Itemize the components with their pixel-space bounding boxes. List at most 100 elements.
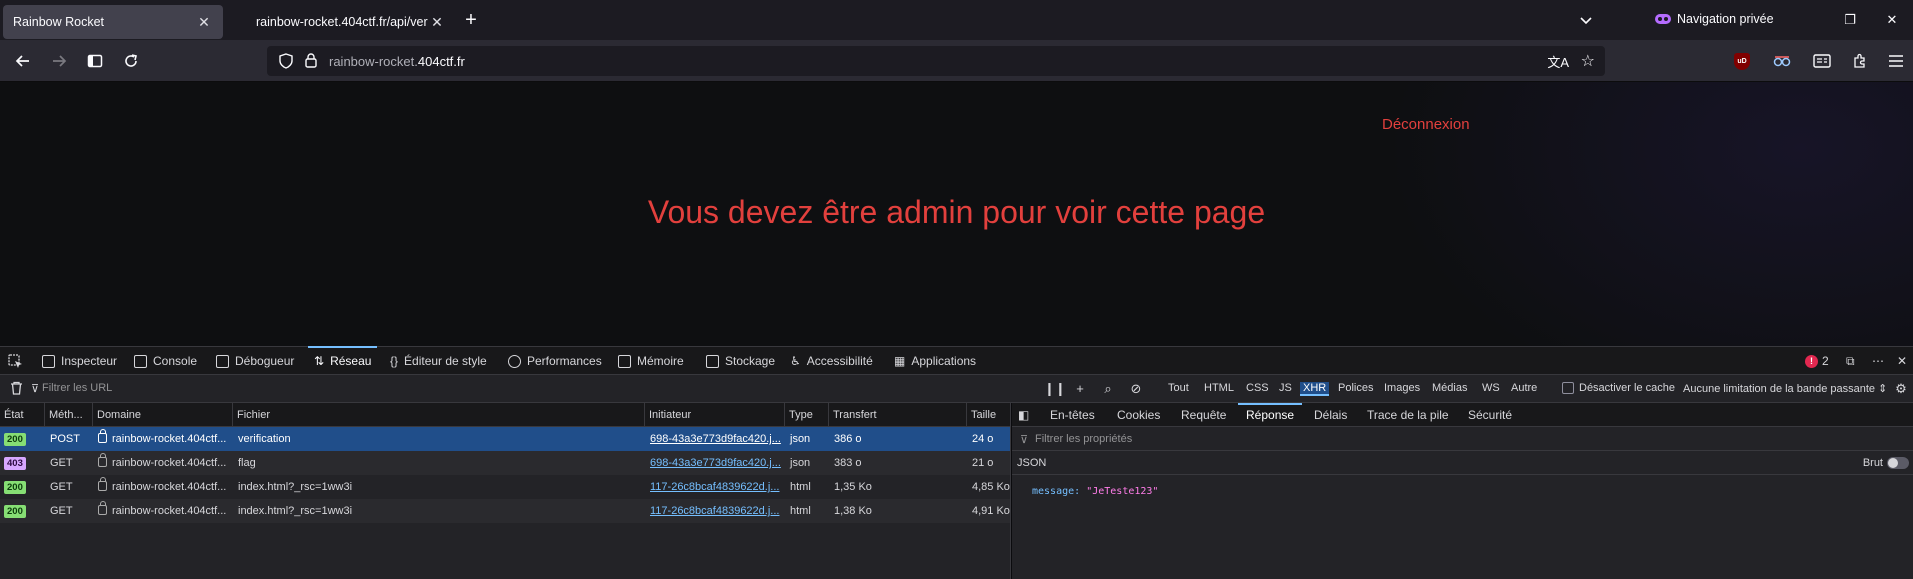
dock-toggle-icon[interactable]: ⧉ [1846,347,1855,375]
table-row[interactable]: 200 POST rainbow-rocket.404ctf... verifi… [0,427,1010,451]
element-picker-icon[interactable] [8,347,23,375]
extensions-puzzle-icon[interactable] [1850,51,1870,71]
lock-icon[interactable] [305,53,317,71]
bookmark-star-icon[interactable]: ☆ [1581,51,1595,71]
filter-all[interactable]: Tout [1168,382,1189,394]
reload-icon[interactable] [120,50,142,72]
filter-xhr[interactable]: XHR [1300,382,1330,396]
file-cell: index.html?_rsc=1ww3i [238,481,353,493]
address-bar[interactable]: rainbow-rocket.404ctf.fr 文A ☆ [267,46,1605,76]
performance-gauge-icon [508,354,521,368]
tab-style-editor[interactable]: {} Éditeur de style [390,347,487,375]
filter-properties-input[interactable]: ⊽ Filtrer les propriétés [1012,427,1913,451]
add-request-icon[interactable]: + [1072,381,1088,397]
status-badge: 200 [4,481,26,494]
logout-link[interactable]: Déconnexion [1382,116,1470,133]
chevron-down-icon[interactable] [1578,12,1594,28]
column-file[interactable]: Fichier [232,403,644,427]
tab-response[interactable]: Réponse [1237,403,1303,427]
tab-stack-trace[interactable]: Trace de la pile [1367,403,1449,427]
tab-network[interactable]: ⇅ Réseau [307,346,378,375]
column-status[interactable]: État [0,403,44,427]
tab-api[interactable]: rainbow-rocket.404ctf.fr/api/ver ✕ [246,5,456,39]
table-row[interactable]: 403 GET rainbow-rocket.404ctf... flag 69… [0,451,1010,475]
filter-css[interactable]: CSS [1246,382,1269,394]
raw-label: Brut [1862,457,1883,469]
tab-storage[interactable]: Stockage [706,347,775,375]
column-initiator[interactable]: Initiateur [644,403,784,427]
reader-view-icon[interactable] [1812,51,1832,71]
forward-icon[interactable] [48,50,70,72]
type-cell: json [790,433,811,445]
error-counter[interactable]: ! 2 [1805,354,1829,368]
translate-icon[interactable]: 文A [1547,52,1569,71]
json-label: JSON [1017,457,1047,469]
request-details-panel: ◧ En-têtes Cookies Requête Réponse Délai… [1012,403,1913,579]
more-options-icon[interactable]: ⋯ [1872,347,1884,375]
column-type[interactable]: Type [784,403,828,427]
requests-table: État Méth... Domaine Fichier Initiateur … [0,403,1011,579]
toggle-sidebar-icon[interactable]: ◧ [1018,403,1029,427]
initiator-link[interactable]: 117-26c8bcaf4839622d.j... [644,475,784,499]
initiator-link[interactable]: 117-26c8bcaf4839622d.j... [644,499,784,523]
ublock-origin-icon[interactable]: uD [1732,51,1752,71]
back-icon[interactable] [12,50,34,72]
column-transfer[interactable]: Transfert [828,403,966,427]
new-tab-icon[interactable]: + [461,10,481,30]
close-tab-icon[interactable]: ✕ [428,14,446,31]
extension-glasses-icon[interactable] [1772,51,1792,71]
admin-required-message: Vous devez être admin pour voir cette pa… [647,194,1266,230]
tab-console[interactable]: Console [134,347,197,375]
tab-headers[interactable]: En-têtes [1050,403,1095,427]
filter-media[interactable]: Médias [1432,382,1467,394]
column-domain[interactable]: Domaine [92,403,232,427]
close-devtools-icon[interactable]: ✕ [1897,347,1907,375]
transfer-cell: 383 o [834,457,862,469]
tab-timings[interactable]: Délais [1314,403,1347,427]
tab-request[interactable]: Requête [1181,403,1226,427]
trash-icon[interactable] [8,381,24,397]
transfer-cell: 1,35 Ko [834,481,872,493]
pause-icon[interactable]: ❙❙ [1044,381,1066,397]
size-cell: 4,91 Ko [972,505,1010,517]
lock-icon [98,501,107,515]
table-row[interactable]: 200 GET rainbow-rocket.404ctf... index.h… [0,499,1010,523]
tab-rainbow-rocket[interactable]: Rainbow Rocket ✕ [3,5,223,39]
private-label: Navigation privée [1677,12,1774,26]
lock-icon [98,429,107,443]
search-icon[interactable]: ⌕ [1100,381,1116,397]
sidebar-icon[interactable] [84,50,106,72]
tab-accessibility[interactable]: ♿ Accessibilité [790,347,873,375]
raw-toggle[interactable] [1887,457,1909,469]
block-icon[interactable]: ⊘ [1128,381,1144,397]
tab-performance[interactable]: Performances [508,347,602,375]
table-row[interactable]: 200 GET rainbow-rocket.404ctf... index.h… [0,475,1010,499]
filter-images[interactable]: Images [1384,382,1420,394]
filter-other[interactable]: Autre [1511,382,1537,394]
tab-applications[interactable]: ▦ Applications [894,347,976,375]
close-tab-icon[interactable]: ✕ [195,14,213,31]
settings-gear-icon[interactable]: ⚙ [1893,381,1909,397]
close-window-icon[interactable]: ✕ [1882,10,1902,30]
initiator-link[interactable]: 698-43a3e773d9fac420.j... [644,427,784,451]
filter-html[interactable]: HTML [1204,382,1234,394]
restore-window-icon[interactable]: ❐ [1840,10,1860,30]
tab-memory[interactable]: Mémoire [618,347,684,375]
menu-hamburger-icon[interactable] [1886,51,1906,71]
filter-fonts[interactable]: Polices [1338,382,1373,394]
filter-ws[interactable]: WS [1482,382,1500,394]
initiator-link[interactable]: 698-43a3e773d9fac420.j... [644,451,784,475]
filter-js[interactable]: JS [1279,382,1292,394]
tab-security[interactable]: Sécurité [1468,403,1512,427]
filter-url-input[interactable]: Filtrer les URL [42,382,112,394]
throttling-select[interactable]: Aucune limitation de la bande passante ⇕ [1683,382,1887,395]
tab-debugger[interactable]: Débogueur [216,347,294,375]
details-tabs: ◧ En-têtes Cookies Requête Réponse Délai… [1012,403,1913,427]
tab-inspector[interactable]: Inspecteur [42,347,117,375]
shield-icon[interactable] [279,53,293,72]
disable-cache-checkbox[interactable]: Désactiver le cache [1562,382,1675,394]
column-size[interactable]: Taille [966,403,1011,427]
page-content: Déconnexion Vous devez être admin pour v… [0,82,1913,346]
column-method[interactable]: Méth... [44,403,92,427]
tab-cookies[interactable]: Cookies [1117,403,1160,427]
